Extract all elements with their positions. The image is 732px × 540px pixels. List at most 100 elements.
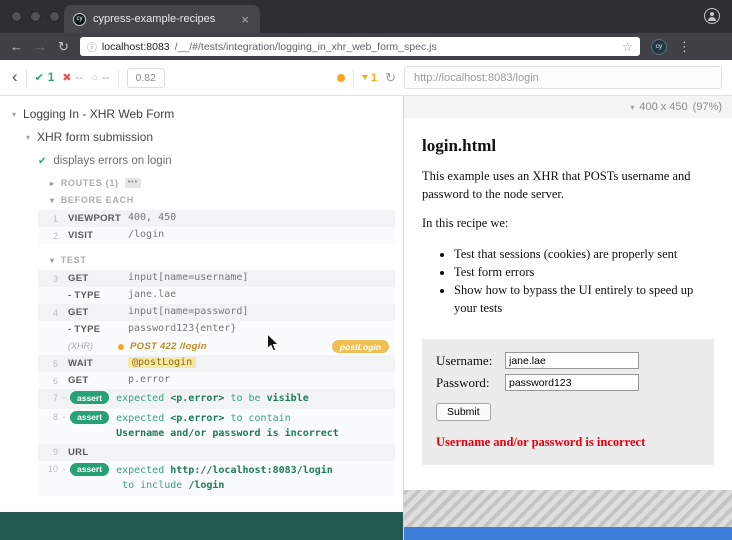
command-number: 8 — [38, 411, 58, 423]
close-window-button[interactable] — [11, 11, 22, 22]
list-item: Show how to bypass the UI entirely to sp… — [454, 281, 714, 317]
username-field[interactable] — [505, 352, 639, 369]
chevron-down-icon: ▾ — [12, 110, 16, 119]
spec-title-row[interactable]: ▾ Logging In - XHR Web Form — [0, 102, 403, 126]
browser-tab[interactable]: cy cypress-example-recipes × — [64, 5, 260, 33]
aut-url-field[interactable]: http://localhost:8083/login — [404, 66, 722, 89]
info-icon[interactable]: ⓘ — [87, 39, 97, 54]
test-row[interactable]: ✔ displays errors on login — [0, 148, 403, 174]
assert-command-row[interactable]: 8 - assert expected <p.error> to contain… — [38, 409, 395, 444]
command-args: jane.lae — [128, 289, 176, 300]
command-name: GET — [58, 272, 128, 284]
command-name: - TYPE — [58, 289, 128, 301]
test-section-row[interactable]: ▾ TEST — [0, 251, 403, 268]
cypress-extension-icon[interactable]: cy — [651, 39, 667, 55]
xhr-command-row[interactable]: (XHR) POST 422 /login postLogin — [38, 338, 395, 355]
command-row[interactable]: 1 VIEWPORT 400, 450 — [38, 210, 395, 227]
command-row[interactable]: - TYPE jane.lae — [38, 287, 395, 304]
divider — [118, 69, 119, 87]
viewport-scale: (97%) — [693, 101, 722, 113]
route-alias-badge: postLogin — [332, 340, 389, 353]
passed-check-icon: ✔ — [35, 71, 44, 84]
command-row[interactable]: 9 URL — [38, 444, 395, 461]
command-number: 5 — [38, 357, 58, 369]
passed-stat: ✔ 1 — [35, 71, 55, 84]
command-name: - TYPE — [58, 323, 128, 335]
profile-icon[interactable] — [704, 8, 720, 24]
url-host: localhost:8083 — [102, 41, 170, 53]
command-name: URL — [58, 446, 128, 458]
url-path: /__/#/tests/integration/logging_in_xhr_w… — [175, 41, 618, 53]
routes-section-row[interactable]: ▸ ROUTES (1) ••• — [0, 174, 403, 191]
chevron-right-icon: ▸ — [50, 179, 55, 188]
bookmark-star-icon[interactable]: ☆ — [622, 40, 633, 54]
password-field[interactable] — [505, 374, 639, 391]
divider — [26, 69, 27, 87]
reload-icon[interactable]: ↻ — [58, 40, 69, 53]
before-each-label: BEFORE EACH — [61, 195, 134, 205]
assert-message: expected http://localhost:8083/login to … — [116, 463, 389, 494]
ellipsis-icon[interactable]: ••• — [125, 178, 141, 188]
chevron-down-icon: ▾ — [50, 196, 55, 205]
browser-window: cy cypress-example-recipes × ← → ↻ ⓘ loc… — [0, 0, 732, 540]
command-row[interactable]: - TYPE password123{enter} — [38, 321, 395, 338]
recipe-list: Test that sessions (cookies) are properl… — [422, 245, 714, 318]
command-row[interactable]: 3 GET input[name=username] — [38, 270, 395, 287]
command-args-alias: @postLogin — [128, 357, 196, 368]
xhr-dot-icon — [118, 344, 124, 350]
runner-back-icon[interactable]: ‹ — [12, 68, 18, 87]
intro-paragraph: This example uses an XHR that POSTs user… — [422, 168, 714, 203]
assert-command-row[interactable]: 7 - assert expected <p.error> to be visi… — [38, 389, 395, 409]
command-number: 1 — [38, 212, 58, 224]
failed-cross-icon: ✖ — [62, 71, 71, 84]
aut-panel: ▾ 400 x 450 (97%) login.html This exampl… — [404, 96, 732, 540]
before-each-section-row[interactable]: ▾ BEFORE EACH — [0, 191, 403, 208]
browser-menu-icon[interactable]: ⋮ — [678, 39, 691, 55]
pending-circle-icon: ○ — [91, 72, 98, 84]
suite-row[interactable]: ▾ XHR form submission — [0, 126, 403, 148]
forward-icon[interactable]: → — [34, 40, 47, 53]
command-row[interactable]: 2 VISIT /login — [38, 227, 395, 244]
login-form: Username: Password: Submit Username and/… — [422, 339, 714, 465]
list-item: Test form errors — [454, 263, 714, 281]
chevron-down-icon: ▾ — [630, 103, 634, 112]
xhr-count: 1 — [371, 72, 377, 84]
username-label: Username: — [436, 353, 500, 369]
zoom-window-button[interactable] — [49, 11, 60, 22]
command-dash: - — [58, 411, 70, 422]
command-number: 10 — [38, 463, 58, 475]
command-number: 4 — [38, 306, 58, 318]
address-bar[interactable]: ⓘ localhost:8083 /__/#/tests/integration… — [80, 37, 640, 56]
reporter-footer-bar — [0, 512, 403, 540]
command-name: GET — [58, 306, 128, 318]
command-args: /login — [128, 229, 164, 240]
assert-badge: assert — [70, 463, 109, 476]
minimize-window-button[interactable] — [30, 11, 41, 22]
command-row[interactable]: 5 WAIT @postLogin — [38, 355, 395, 372]
command-args: input[name=username] — [128, 272, 248, 283]
out-of-bounds-hatch — [404, 490, 732, 527]
chevron-down-icon: ▾ — [50, 256, 55, 265]
runner-header: ‹ ✔ 1 ✖ -- ○ -- 0.82 1 ↻ http://localhos… — [0, 60, 732, 96]
command-number: 3 — [38, 272, 58, 284]
traffic-lights — [0, 11, 60, 22]
mouse-cursor — [266, 333, 279, 353]
assert-command-row[interactable]: 10 - assert expected http://localhost:80… — [38, 461, 395, 496]
xhr-request-text: POST 422 /login — [130, 340, 207, 352]
command-log: ▾ Logging In - XHR Web Form ▾ XHR form s… — [0, 96, 403, 512]
command-number — [38, 289, 58, 291]
tab-close-icon[interactable]: × — [239, 13, 251, 26]
command-row[interactable]: 4 GET input[name=password] — [38, 304, 395, 321]
back-icon[interactable]: ← — [10, 40, 23, 53]
login-error-message: Username and/or password is incorrect — [436, 435, 700, 450]
failed-count: -- — [76, 72, 84, 84]
command-row[interactable]: 6 GET p.error — [38, 372, 395, 389]
command-name: VIEWPORT — [58, 212, 128, 224]
xhr-arrow-icon — [362, 75, 368, 80]
viewport-size-dropdown[interactable]: ▾ 400 x 450 (97%) — [404, 96, 732, 118]
restart-tests-icon[interactable]: ↻ — [385, 70, 396, 86]
test-commands: 3 GET input[name=username] - TYPE jane.l… — [38, 270, 395, 496]
test-title: displays errors on login — [53, 155, 171, 167]
submit-button[interactable]: Submit — [436, 403, 491, 421]
tab-title: cypress-example-recipes — [93, 13, 232, 25]
